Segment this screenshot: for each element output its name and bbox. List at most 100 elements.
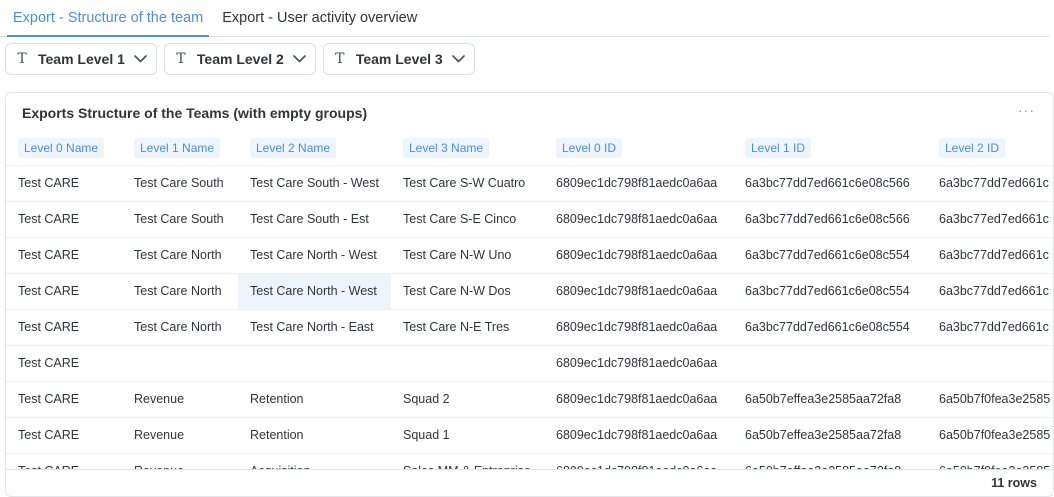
column-header-label[interactable]: Level 0 ID — [556, 137, 623, 158]
table-cell[interactable]: Test Care South - West — [238, 164, 391, 201]
table-row[interactable]: Test CARE Revenue Retention Squad 2 6809ec1d… — [6, 380, 1053, 417]
table-cell[interactable] — [733, 344, 927, 381]
text-type-icon: T — [335, 51, 345, 67]
cell-value: Test Care North - West — [250, 284, 377, 298]
table-cell[interactable] — [122, 344, 238, 381]
table-cell[interactable]: Test Care South - Est — [238, 200, 391, 237]
table-row[interactable]: Test CARE Test Care South Test Care South … — [6, 200, 1053, 237]
table-cell[interactable]: Test Care North - West — [238, 272, 391, 309]
table-cell[interactable]: 6a50b7f0fea3e2585 — [927, 380, 1053, 417]
column-header: Level 1 ID — [733, 131, 927, 165]
table-cell[interactable]: 6a3bc77dd7ed661c6e08c566 — [733, 164, 927, 201]
table-row[interactable]: Test CARE Test Care North Test Care North … — [6, 272, 1053, 309]
table-cell[interactable]: Test Care South — [122, 200, 238, 237]
table-row[interactable]: Test CARE Test Care South Test Care South … — [6, 164, 1053, 201]
cell-value: 6a50b7f0fea3e2585 — [939, 392, 1051, 406]
cell-value: Test Care North — [134, 284, 222, 298]
table-cell[interactable] — [927, 344, 1053, 381]
table-cell[interactable]: 6809ec1dc798f81aedc0a6aa — [544, 200, 733, 237]
table-cell[interactable]: 6809ec1dc798f81aedc0a6aa — [544, 452, 733, 469]
table-cell[interactable]: Test CARE — [6, 200, 122, 237]
table-cell[interactable]: Sales MM & Entreprise — [391, 452, 544, 469]
table-row[interactable]: Test CARE Revenue Retention Squad 1 6809ec1d… — [6, 416, 1053, 453]
table-cell[interactable]: Test CARE — [6, 380, 122, 417]
table-cell[interactable]: Test Care North — [122, 308, 238, 345]
column-header-label[interactable]: Level 1 Name — [134, 137, 221, 158]
table-cell[interactable]: Test Care North - East — [238, 308, 391, 345]
tab-structure-of-the-team[interactable]: Export - Structure of the team — [7, 0, 210, 37]
horizontal-scrollbar[interactable] — [6, 469, 1053, 470]
table-cell[interactable]: 6809ec1dc798f81aedc0a6aa — [544, 236, 733, 273]
table-cell[interactable]: Test Care North — [122, 272, 238, 309]
cell-value: Test Care South - West — [250, 176, 379, 190]
cell-value: Revenue — [134, 392, 185, 406]
table-cell[interactable]: Test CARE — [6, 236, 122, 273]
column-header-label[interactable]: Level 3 Name — [403, 137, 490, 158]
table-cell[interactable]: 6a3bc77dd7ed661c6e08c566 — [733, 200, 927, 237]
table-row[interactable]: Test CARE Test Care North Test Care North … — [6, 236, 1053, 273]
table-cell[interactable]: Squad 2 — [391, 380, 544, 417]
table-cell[interactable]: Test CARE — [6, 452, 122, 469]
table-cell[interactable]: Revenue — [122, 380, 238, 417]
table-cell[interactable]: 6a3bc77dd7ed661c6e08c554 — [733, 236, 927, 273]
table-cell[interactable]: Revenue — [122, 416, 238, 453]
table-cell[interactable]: Test Care S-E Cinco — [391, 200, 544, 237]
table-cell[interactable]: Test Care N-W Dos — [391, 272, 544, 309]
table-cell[interactable]: 6809ec1dc798f81aedc0a6aa — [544, 164, 733, 201]
table-row[interactable]: Test CARE 6809ec1dc798f81aedc0a6aa — [6, 344, 1053, 381]
table-cell[interactable]: Test Care South — [122, 164, 238, 201]
table-cell[interactable]: 6a3bc77dd7ed661c — [927, 164, 1053, 201]
table-cell[interactable]: 6a3bc77dd7ed661c6e08c554 — [733, 308, 927, 345]
column-header-label[interactable]: Level 0 Name — [18, 137, 105, 158]
filter-team-level-3[interactable]: T Team Level 3 — [322, 43, 475, 75]
table-cell[interactable]: 6a50b7effea3e2585aa72fa8 — [733, 416, 927, 453]
table-cell[interactable]: Test Care N-E Tres — [391, 308, 544, 345]
table-cell[interactable]: Test Care N-W Uno — [391, 236, 544, 273]
table-cell[interactable]: 6a3bc77dd7ed661c — [927, 272, 1053, 309]
table-cell[interactable]: 6a50b7effea3e2585aa72fa8 — [733, 380, 927, 417]
table-cell[interactable]: Test CARE — [6, 164, 122, 201]
cell-value: 6809ec1dc798f81aedc0a6aa — [556, 212, 718, 226]
table-cell[interactable]: Test Care North — [122, 236, 238, 273]
table-cell[interactable]: Test CARE — [6, 272, 122, 309]
cell-value: Test CARE — [18, 356, 80, 370]
table-cell[interactable]: 6809ec1dc798f81aedc0a6aa — [544, 344, 733, 381]
cell-value: Test Care N-W Uno — [403, 248, 512, 262]
table-cell[interactable]: 6a3bc77dd7ed661c — [927, 236, 1053, 273]
cell-value: Test Care North — [134, 320, 222, 334]
table-cell[interactable]: 6809ec1dc798f81aedc0a6aa — [544, 380, 733, 417]
table-cell[interactable]: 6a3bc77ed7ed661c — [927, 200, 1053, 237]
table-cell[interactable]: Test Care North - West — [238, 236, 391, 273]
cell-value: 6809ec1dc798f81aedc0a6aa — [556, 356, 718, 370]
table-row[interactable]: Test CARERevenueAcquisitionSales MM & En… — [6, 452, 1053, 469]
table-cell[interactable]: Test Care S-W Cuatro — [391, 164, 544, 201]
filter-team-level-2[interactable]: T Team Level 2 — [163, 43, 316, 75]
table-cell[interactable]: 6a50b7effea3e2585aa72fa8 — [733, 452, 927, 469]
table-cell[interactable]: Test CARE — [6, 344, 122, 381]
column-header-label[interactable]: Level 2 ID — [939, 137, 1006, 158]
table-cell[interactable]: Squad 1 — [391, 416, 544, 453]
table-row[interactable]: Test CARE Test Care North Test Care North … — [6, 308, 1053, 345]
table-cell[interactable]: 6809ec1dc798f81aedc0a6aa — [544, 416, 733, 453]
table-cell[interactable]: Revenue — [122, 452, 238, 469]
cell-value: Test CARE — [18, 248, 80, 262]
table-cell[interactable]: Test CARE — [6, 308, 122, 345]
table-cell[interactable]: Acquisition — [238, 452, 391, 469]
table-cell[interactable]: 6809ec1dc798f81aedc0a6aa — [544, 308, 733, 345]
column-header-label[interactable]: Level 1 ID — [745, 137, 812, 158]
table-cell[interactable]: 6a3bc77dd7ed661c6e08c554 — [733, 272, 927, 309]
table-cell[interactable]: 6a50b7f0fea3e2585 — [927, 416, 1053, 453]
table-cell[interactable]: 6809ec1dc798f81aedc0a6aa — [544, 272, 733, 309]
more-options-icon[interactable]: ··· — [1018, 102, 1035, 118]
table-cell[interactable] — [238, 344, 391, 381]
table-cell[interactable]: 6a3bc77dd7ed661c — [927, 308, 1053, 345]
table-cell[interactable] — [391, 344, 544, 381]
filter-team-level-1[interactable]: T Team Level 1 — [5, 43, 157, 75]
table-scroll-area[interactable]: Level 0 Name Level 1 Name Level 2 Name Leve… — [6, 131, 1053, 469]
table-cell[interactable]: 6a50b7f0fea3e2585 — [927, 452, 1053, 469]
column-header-label[interactable]: Level 2 Name — [250, 137, 337, 158]
table-cell[interactable]: Retention — [238, 416, 391, 453]
table-cell[interactable]: Test CARE — [6, 416, 122, 453]
table-cell[interactable]: Retention — [238, 380, 391, 417]
tab-user-activity-overview[interactable]: Export - User activity overview — [216, 0, 423, 36]
